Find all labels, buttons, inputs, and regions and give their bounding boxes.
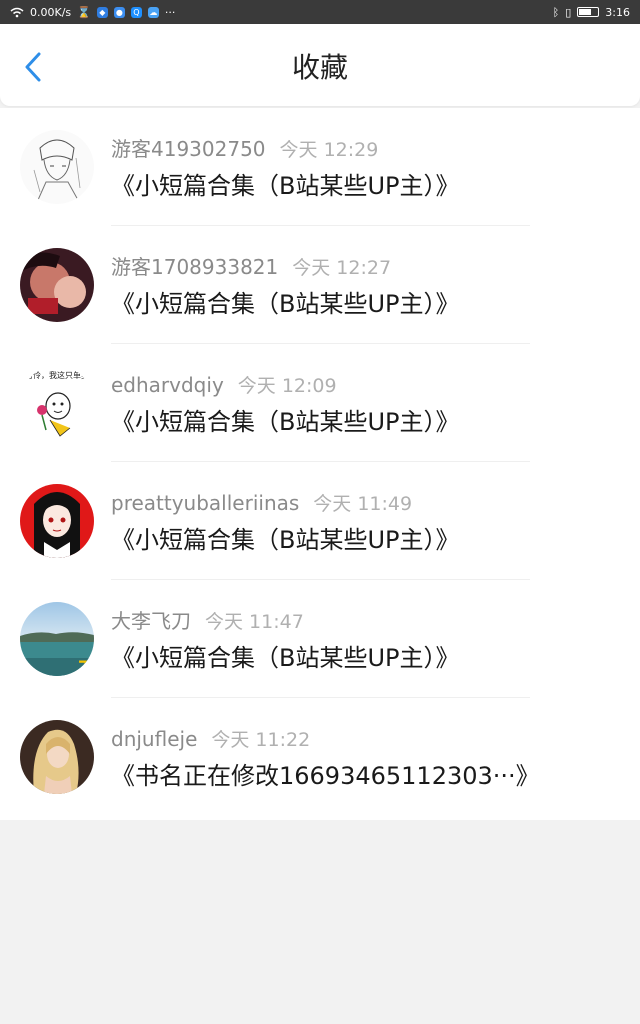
paw-app-icon: ● [113,6,125,18]
item-meta: edharvdqiy 今天 12:09 [111,372,337,399]
username: 游客419302750 [111,137,266,161]
timestamp: 今天 11:22 [211,729,311,751]
timestamp: 今天 12:27 [292,257,392,279]
status-right: ᛒ ▯ 3:16 [553,7,630,18]
username: dnjufleje [111,727,198,751]
status-bar: 0.00K/s ⌛ ◆ ● Q ☁ ··· ᛒ ▯ 3:16 [0,0,640,24]
bluetooth-icon: ᛒ [552,5,560,19]
avatar [20,720,94,794]
hourglass-icon: ⌛ [77,5,91,19]
network-speed: 0.00K/s [30,5,72,19]
book-title: 《小短篇合集（B站某些UP主）》 [111,172,460,200]
list-item[interactable]: 又花可怜，我这只单身狗！ edharvdqiy 今天 12:09 《小短篇合集（B… [0,344,640,462]
book-title: 《书名正在修改16693465112303···》 [111,762,540,790]
item-meta: 游客419302750 今天 12:29 [111,136,378,163]
book-title: 《小短篇合集（B站某些UP主）》 [111,644,460,672]
q-app-icon: Q [130,6,142,18]
status-left: 0.00K/s ⌛ ◆ ● Q ☁ ··· [10,5,176,19]
item-meta: 大李飞刀 今天 11:47 [111,608,304,635]
avatar [20,484,94,558]
item-meta: preattyuballeriinas 今天 11:49 [111,490,412,517]
timestamp: 今天 11:49 [313,493,413,515]
timestamp: 今天 12:29 [279,139,379,161]
cloud-app-icon: ☁ [147,6,159,18]
list-item[interactable]: 游客1708933821 今天 12:27 《小短篇合集（B站某些UP主）》 [0,226,640,344]
list-item[interactable]: 游客419302750 今天 12:29 《小短篇合集（B站某些UP主）》 [0,108,640,226]
svg-text:7: 7 [78,657,89,676]
avatar [20,248,94,322]
username: edharvdqiy [111,373,224,397]
list-item[interactable]: preattyuballeriinas 今天 11:49 《小短篇合集（B站某些U… [0,462,640,580]
username: 大李飞刀 [111,609,191,633]
avatar-caption: 又花可怜，我这只单身狗！ [20,370,94,380]
vibrate-icon: ▯ [565,5,572,19]
book-title: 《小短篇合集（B站某些UP主）》 [111,526,460,554]
book-title: 《小短篇合集（B站某些UP主）》 [111,290,460,318]
page-title: 收藏 [291,51,348,84]
timestamp: 今天 11:47 [205,611,304,633]
username: preattyuballeriinas [111,491,300,515]
shield-app-icon: ◆ [96,6,108,18]
avatar: 7 [20,602,94,676]
username: 游客1708933821 [111,255,279,279]
favorites-list: 游客419302750 今天 12:29 《小短篇合集（B站某些UP主）》 游客1… [0,108,640,820]
avatar: 又花可怜，我这只单身狗！ [20,366,94,440]
timestamp: 今天 12:09 [237,375,337,397]
more-notifications: ··· [164,5,176,19]
list-item[interactable]: dnjufleje 今天 11:22 《书名正在修改16693465112303·… [0,698,640,816]
item-meta: dnjufleje 今天 11:22 [111,726,310,753]
item-meta: 游客1708933821 今天 12:27 [111,254,391,281]
clock: 3:16 [605,5,630,19]
battery-level [579,9,591,15]
list-item[interactable]: 7 大李飞刀 今天 11:47 《小短篇合集（B站某些UP主）》 [0,580,640,698]
battery-icon [577,7,600,17]
header: 收藏 [0,24,640,106]
avatar [20,130,94,204]
book-title: 《小短篇合集（B站某些UP主）》 [111,408,460,436]
wifi-icon [10,7,24,17]
